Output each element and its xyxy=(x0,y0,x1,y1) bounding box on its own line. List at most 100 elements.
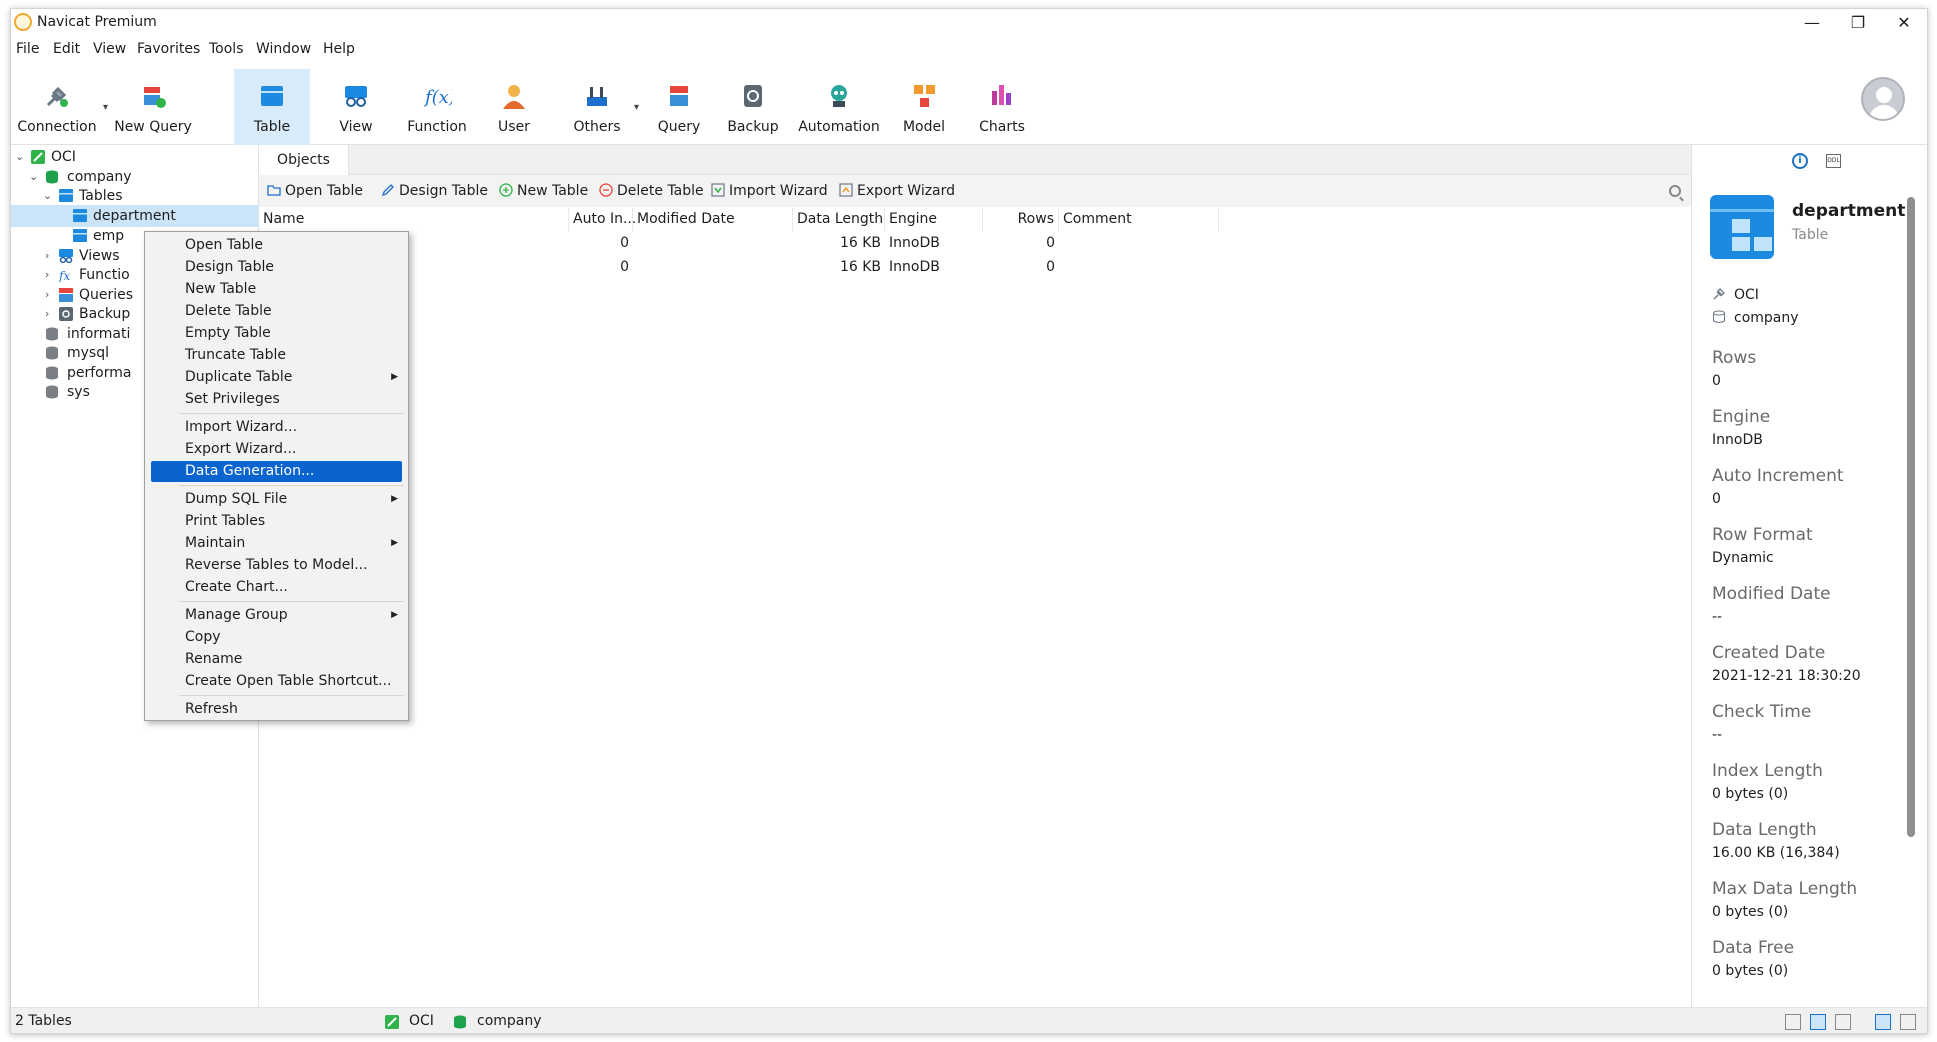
view-button[interactable]: View xyxy=(321,69,391,145)
user-avatar[interactable] xyxy=(1861,77,1905,121)
delete-table-button[interactable]: Delete Table xyxy=(599,183,704,199)
menu-print-tables[interactable]: Print Tables xyxy=(151,511,402,532)
table-button[interactable]: Table xyxy=(234,69,310,145)
objects-grid: Name Auto In... Modified Date Data Lengt… xyxy=(259,207,1691,1007)
function-fx-icon: f(x) xyxy=(423,87,452,108)
minimize-icon[interactable]: — xyxy=(1789,9,1835,37)
open-table-button[interactable]: Open Table xyxy=(267,183,363,199)
column-header-rows[interactable]: Rows xyxy=(983,207,1059,231)
info-pane-toggle-icon[interactable] xyxy=(1900,1014,1916,1030)
query-label: Query xyxy=(657,119,701,135)
menu-manage-group[interactable]: Manage Group ▶ xyxy=(151,605,402,626)
context-menu: Open Table Design Table New Table Delete… xyxy=(144,231,409,721)
query-button[interactable]: Query xyxy=(647,69,711,145)
chevron-down-icon[interactable]: ⌄ xyxy=(43,185,55,207)
cell-auto-increment: 0 xyxy=(620,235,629,251)
menu-dump-sql-file[interactable]: Dump SQL File ▶ xyxy=(151,489,402,510)
menu-edit[interactable]: Edit xyxy=(53,41,80,57)
column-header-modified-date[interactable]: Modified Date xyxy=(633,207,793,231)
tables-folder-label: Tables xyxy=(79,188,123,204)
new-query-button[interactable]: New Query xyxy=(111,69,195,145)
menu-create-open-table-shortcut[interactable]: Create Open Table Shortcut... xyxy=(151,671,402,692)
menu-empty-table[interactable]: Empty Table xyxy=(151,323,402,344)
user-label: User xyxy=(498,119,530,135)
menu-tools[interactable]: Tools xyxy=(209,41,244,57)
cell-engine: InnoDB xyxy=(889,235,940,251)
tree-connection-oci[interactable]: ⌄ OCI xyxy=(11,146,258,168)
menu-maintain[interactable]: Maintain ▶ xyxy=(151,533,402,554)
list-view-icon[interactable] xyxy=(1785,1014,1801,1030)
menu-delete-table[interactable]: Delete Table xyxy=(151,301,402,322)
menu-favorites[interactable]: Favorites xyxy=(137,41,200,57)
menu-import-wizard[interactable]: Import Wizard... xyxy=(151,417,402,438)
backup-label: Backup xyxy=(727,119,779,135)
menu-create-chart[interactable]: Create Chart... xyxy=(151,577,402,598)
restore-icon[interactable]: ❐ xyxy=(1835,9,1881,37)
menu-window[interactable]: Window xyxy=(256,41,311,57)
backup-button[interactable]: Backup xyxy=(719,69,787,145)
prop-value-engine: InnoDB xyxy=(1712,432,1763,448)
menu-duplicate-table[interactable]: Duplicate Table ▶ xyxy=(151,367,402,388)
connection-button[interactable]: ▾ Connection xyxy=(15,69,108,145)
menu-reverse-tables-to-model[interactable]: Reverse Tables to Model... xyxy=(151,555,402,576)
others-button[interactable]: ▾ Others xyxy=(556,69,639,145)
info-scrollbar[interactable] xyxy=(1907,197,1915,837)
tree-table-department[interactable]: department xyxy=(11,205,258,227)
svg-text:fx: fx xyxy=(59,269,70,282)
column-header-comment[interactable]: Comment xyxy=(1059,207,1219,231)
info-pane: i DDL department Table OCI company Rows … xyxy=(1691,145,1919,1007)
menu-help[interactable]: Help xyxy=(323,41,355,57)
import-icon xyxy=(711,183,725,197)
tab-objects[interactable]: Objects xyxy=(259,145,349,175)
navigation-pane-toggle-icon[interactable] xyxy=(1875,1014,1891,1030)
new-table-button[interactable]: New Table xyxy=(499,183,588,199)
detail-view-icon[interactable] xyxy=(1810,1014,1826,1030)
menu-open-table[interactable]: Open Table xyxy=(151,235,402,256)
prop-value-data-length: 16.00 KB (16,384) xyxy=(1712,845,1840,861)
automation-button[interactable]: Automation xyxy=(793,69,885,145)
chevron-down-icon[interactable]: ⌄ xyxy=(15,146,27,168)
import-wizard-button[interactable]: Import Wizard xyxy=(711,183,828,199)
chevron-right-icon[interactable]: › xyxy=(45,264,57,286)
chevron-right-icon[interactable]: › xyxy=(45,303,57,325)
close-icon[interactable]: ✕ xyxy=(1881,9,1927,37)
column-header-auto-increment[interactable]: Auto In... xyxy=(569,207,636,231)
export-wizard-button[interactable]: Export Wizard xyxy=(839,183,955,199)
er-diagram-view-icon[interactable] xyxy=(1835,1014,1851,1030)
query-icon xyxy=(59,288,73,302)
menu-truncate-table[interactable]: Truncate Table xyxy=(151,345,402,366)
menu-separator xyxy=(179,695,404,696)
design-table-button[interactable]: Design Table xyxy=(381,183,488,199)
menu-rename[interactable]: Rename xyxy=(151,649,402,670)
menu-set-privileges[interactable]: Set Privileges xyxy=(151,389,402,410)
user-button[interactable]: User xyxy=(481,69,547,145)
function-fx-icon: fx xyxy=(59,269,70,282)
database-icon xyxy=(46,385,58,399)
title-bar: Navicat Premium — ❐ ✕ xyxy=(11,9,1927,37)
prop-label-engine: Engine xyxy=(1712,407,1771,427)
menu-refresh[interactable]: Refresh xyxy=(151,699,402,720)
model-button[interactable]: Model xyxy=(891,69,957,145)
function-label: Function xyxy=(407,119,467,135)
menu-data-generation[interactable]: Data Generation... xyxy=(151,461,402,482)
delete-table-label: Delete Table xyxy=(617,183,704,199)
backup-icon xyxy=(744,85,762,107)
menu-new-table[interactable]: New Table xyxy=(151,279,402,300)
menu-view[interactable]: View xyxy=(93,41,126,57)
prop-label-data-length: Data Length xyxy=(1712,820,1817,840)
ddl-tab-icon[interactable]: DDL xyxy=(1826,154,1841,168)
search-icon[interactable] xyxy=(1669,185,1681,197)
model-icon xyxy=(914,85,935,107)
column-header-engine[interactable]: Engine xyxy=(885,207,983,231)
info-tab-icon[interactable]: i xyxy=(1792,153,1808,169)
column-header-data-length[interactable]: Data Length xyxy=(793,207,885,231)
menu-design-table[interactable]: Design Table xyxy=(151,257,402,278)
menu-export-wizard[interactable]: Export Wizard... xyxy=(151,439,402,460)
charts-button[interactable]: Charts xyxy=(969,69,1035,145)
tree-folder-tables[interactable]: ⌄ Tables xyxy=(11,185,258,207)
column-header-name[interactable]: Name xyxy=(259,207,569,231)
menu-file[interactable]: File xyxy=(16,41,39,57)
menu-copy[interactable]: Copy xyxy=(151,627,402,648)
function-button[interactable]: f(x) Function xyxy=(397,69,477,145)
database-icon xyxy=(1713,310,1725,323)
